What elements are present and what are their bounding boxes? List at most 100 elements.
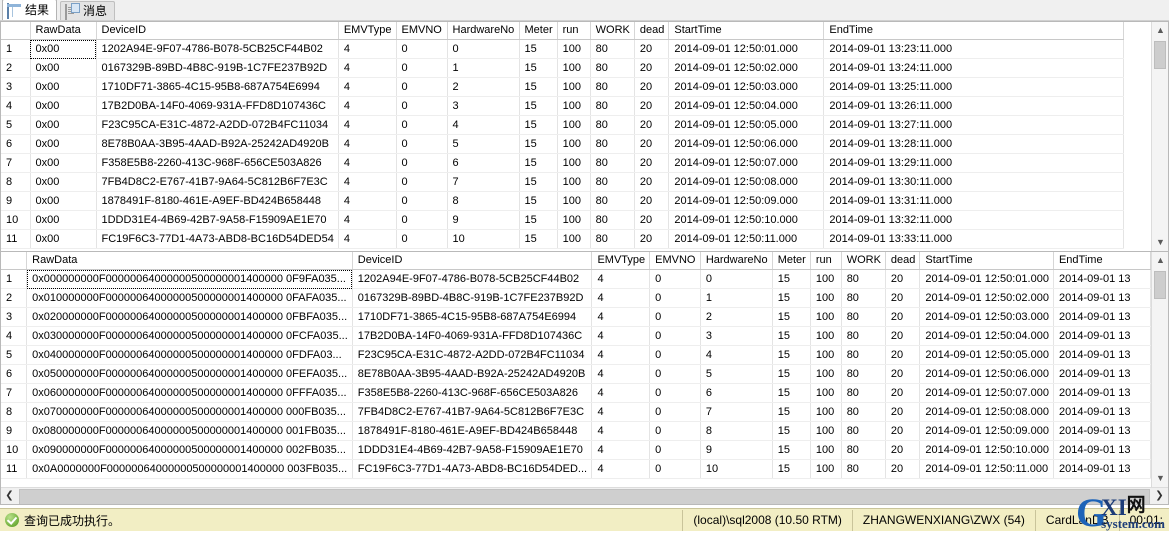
row-number-cell[interactable]: 8: [1, 172, 31, 192]
table-row[interactable]: 2 0x010000000F000000640000005000000014000…: [1, 288, 1151, 308]
table-cell[interactable]: 0: [649, 288, 701, 308]
table-cell[interactable]: 15: [519, 210, 558, 230]
table-cell[interactable]: 20: [634, 77, 670, 97]
table-row[interactable]: 4 0x030000000F000000640000005000000014000…: [1, 326, 1151, 346]
table-cell[interactable]: 0: [396, 134, 448, 154]
table-cell[interactable]: 3: [700, 326, 773, 346]
table-cell[interactable]: 100: [557, 229, 591, 249]
table-cell[interactable]: 0: [447, 39, 520, 59]
table-cell[interactable]: 2014-09-01 12:50:03.000: [919, 307, 1054, 327]
table-cell[interactable]: 15: [519, 134, 558, 154]
row-number-cell[interactable]: 7: [1, 153, 31, 173]
table-cell[interactable]: 4: [338, 210, 397, 230]
table-cell[interactable]: 17B2D0BA-14F0-4069-931A-FFD8D107436C: [352, 326, 593, 346]
table-cell[interactable]: 100: [810, 269, 842, 289]
table-cell[interactable]: 0: [396, 229, 448, 249]
table-cell[interactable]: 4: [700, 345, 773, 365]
table-row[interactable]: 11 0x0A0000000F00000064000000500000001400…: [1, 459, 1151, 479]
table-row[interactable]: 1 0x00 1202A94E-9F07-4786-B078-5CB25CF44B0…: [1, 39, 1125, 59]
table-cell[interactable]: F23C95CA-E31C-4872-A2DD-072B4FC11034: [352, 345, 593, 365]
table-cell[interactable]: 0: [649, 364, 701, 384]
table-cell[interactable]: 0167329B-89BD-4B8C-919B-1C7FE237B92D: [96, 58, 339, 78]
vertical-scrollbar-top[interactable]: ▲ ▼: [1151, 22, 1168, 251]
table-cell[interactable]: 80: [841, 345, 886, 365]
row-number-cell[interactable]: 10: [1, 210, 31, 230]
row-number-cell[interactable]: 8: [1, 402, 28, 422]
table-cell[interactable]: 4: [591, 326, 651, 346]
table-cell[interactable]: 2014-09-01 12:50:06.000: [668, 134, 825, 154]
selected-table-cell[interactable]: 0x000000000F0000006400000050000000140000…: [26, 269, 353, 289]
table-cell[interactable]: 0: [396, 191, 448, 211]
table-cell[interactable]: 2014-09-01 13: [1053, 402, 1151, 422]
table-row[interactable]: 5 0x040000000F000000640000005000000014000…: [1, 345, 1151, 365]
column-header-rawdata[interactable]: RawData: [30, 22, 97, 40]
table-cell[interactable]: 4: [591, 364, 651, 384]
table-cell[interactable]: 2014-09-01 13: [1053, 269, 1151, 289]
table-cell[interactable]: 20: [885, 459, 921, 479]
row-number-cell[interactable]: 2: [1, 58, 31, 78]
table-cell[interactable]: 80: [590, 96, 635, 116]
table-cell[interactable]: 0x0A0000000F0000006400000050000000140000…: [26, 459, 353, 479]
table-cell[interactable]: 100: [557, 58, 591, 78]
table-cell[interactable]: 2: [447, 77, 520, 97]
table-cell[interactable]: 2014-09-01 12:50:10.000: [668, 210, 825, 230]
table-cell[interactable]: 0x010000000F0000006400000050000000140000…: [26, 288, 353, 308]
table-cell[interactable]: 20: [885, 421, 921, 441]
table-cell[interactable]: 80: [590, 191, 635, 211]
table-cell[interactable]: 0: [700, 269, 773, 289]
table-cell[interactable]: 80: [841, 440, 886, 460]
table-cell[interactable]: 15: [772, 402, 811, 422]
table-cell[interactable]: 2014-09-01 13: [1053, 421, 1151, 441]
table-cell[interactable]: 100: [557, 210, 591, 230]
table-cell[interactable]: 20: [885, 288, 921, 308]
table-cell[interactable]: 80: [841, 269, 886, 289]
table-cell[interactable]: 2014-09-01 13:29:11.000: [823, 153, 1125, 173]
table-cell[interactable]: 0x080000000F0000006400000050000000140000…: [26, 421, 353, 441]
table-cell[interactable]: 15: [772, 269, 811, 289]
table-cell[interactable]: 100: [810, 440, 842, 460]
table-cell[interactable]: 100: [810, 421, 842, 441]
table-cell[interactable]: 80: [841, 459, 886, 479]
table-cell[interactable]: 1DDD31E4-4B69-42B7-9A58-F15909AE1E70: [96, 210, 339, 230]
table-cell[interactable]: 20: [634, 153, 670, 173]
table-cell[interactable]: 4: [338, 39, 397, 59]
table-cell[interactable]: 7: [447, 172, 520, 192]
scroll-down-arrow-icon[interactable]: ▼: [1152, 234, 1168, 251]
table-cell[interactable]: 7: [700, 402, 773, 422]
table-cell[interactable]: 15: [772, 326, 811, 346]
tab-results[interactable]: 结果: [2, 0, 58, 20]
table-cell[interactable]: 0: [396, 210, 448, 230]
table-cell[interactable]: 20: [885, 383, 921, 403]
column-header-work[interactable]: WORK: [590, 22, 635, 40]
table-cell[interactable]: 0x00: [30, 77, 97, 97]
table-cell[interactable]: 15: [519, 58, 558, 78]
table-cell[interactable]: 0x00: [30, 153, 97, 173]
table-cell[interactable]: 100: [810, 383, 842, 403]
table-cell[interactable]: 4: [591, 383, 651, 403]
table-cell[interactable]: 2014-09-01 13: [1053, 383, 1151, 403]
table-row[interactable]: 8 0x00 7FB4D8C2-E767-41B7-9A64-5C812B6F7E3…: [1, 172, 1125, 192]
horizontal-scroll-thumb[interactable]: [19, 489, 1150, 504]
table-cell[interactable]: 5: [447, 134, 520, 154]
table-cell[interactable]: 2014-09-01 12:50:04.000: [919, 326, 1054, 346]
table-cell[interactable]: 100: [810, 459, 842, 479]
row-number-cell[interactable]: 11: [1, 459, 28, 479]
table-cell[interactable]: 4: [338, 134, 397, 154]
row-number-cell[interactable]: 7: [1, 383, 28, 403]
table-cell[interactable]: 4: [338, 77, 397, 97]
row-number-cell[interactable]: 3: [1, 307, 28, 327]
row-number-cell[interactable]: 1: [1, 269, 28, 289]
column-header-endtime[interactable]: EndTime: [1053, 252, 1151, 270]
table-cell[interactable]: 4: [338, 96, 397, 116]
table-cell[interactable]: 0: [649, 307, 701, 327]
table-cell[interactable]: 8: [447, 191, 520, 211]
column-header-meter[interactable]: Meter: [772, 252, 811, 270]
table-cell[interactable]: 20: [634, 115, 670, 135]
table-cell[interactable]: 2014-09-01 12:50:03.000: [668, 77, 825, 97]
table-cell[interactable]: 4: [338, 229, 397, 249]
table-row[interactable]: 4 0x00 17B2D0BA-14F0-4069-931A-FFD8D107436…: [1, 96, 1125, 116]
table-cell[interactable]: 100: [810, 364, 842, 384]
table-cell[interactable]: FC19F6C3-77D1-4A73-ABD8-BC16D54DED54: [96, 229, 339, 249]
table-cell[interactable]: 2014-09-01 13:23:11.000: [823, 39, 1125, 59]
table-cell[interactable]: 15: [519, 153, 558, 173]
